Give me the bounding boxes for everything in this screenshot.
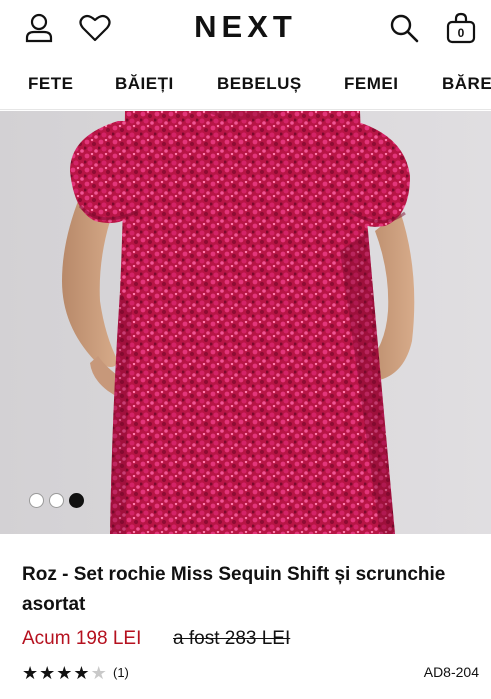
gallery-dot-3-active[interactable] <box>69 493 84 508</box>
product-sku: AD8-204 <box>423 664 479 680</box>
original-price: a fost 283 LEI <box>173 628 291 649</box>
nav-item-femei[interactable]: FEMEI <box>344 74 398 94</box>
nav-item-fete[interactable]: FETE <box>28 74 73 94</box>
search-icon <box>390 14 419 43</box>
nav-item-barbati[interactable]: BĂRE <box>442 74 491 94</box>
gallery-dot-1[interactable] <box>29 493 44 508</box>
nav-item-bebelus[interactable]: BEBELUȘ <box>217 74 302 94</box>
top-header: NEXT 0 <box>0 0 491 58</box>
product-image-gallery[interactable] <box>0 111 491 534</box>
nav-item-baieti[interactable]: BĂIEȚI <box>115 74 174 94</box>
star-filled-icon: ★ <box>39 663 56 683</box>
gallery-dot-2[interactable] <box>49 493 64 508</box>
brand-logo[interactable]: NEXT <box>194 9 297 44</box>
review-count[interactable]: (1) <box>113 665 129 680</box>
product-title: Roz - Set rochie Miss Sequin Shift și sc… <box>22 564 446 615</box>
star-filled-icon: ★ <box>22 663 39 683</box>
gallery-pagination <box>29 493 84 508</box>
rating-stars[interactable]: ★ ★ ★ ★ ★ <box>22 664 107 682</box>
bag-count-badge: 0 <box>457 26 465 40</box>
product-photo <box>0 111 491 534</box>
search-button[interactable] <box>387 11 421 45</box>
star-empty-icon: ★ <box>90 663 107 683</box>
current-price: Acum 198 LEI <box>22 628 142 649</box>
shopping-bag-button[interactable]: 0 <box>443 10 479 46</box>
star-filled-icon: ★ <box>56 663 73 683</box>
star-filled-icon: ★ <box>73 663 90 683</box>
category-nav: FETE BĂIEȚI BEBELUȘ FEMEI BĂRE <box>0 58 491 110</box>
